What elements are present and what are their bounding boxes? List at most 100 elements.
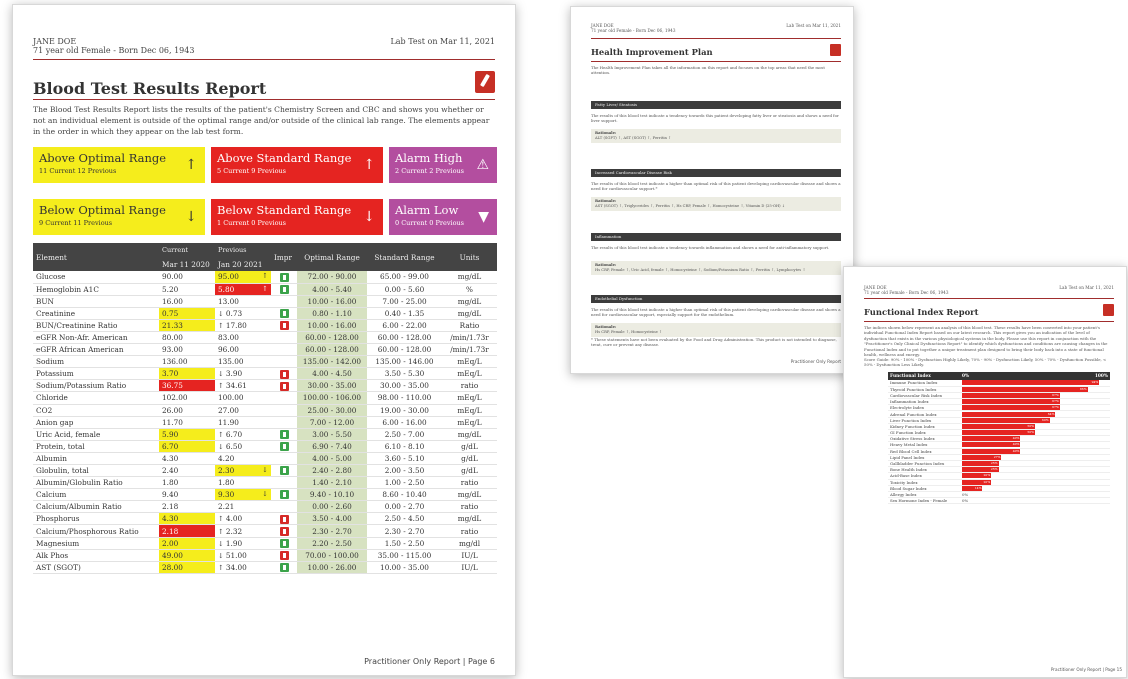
- table-row: Magnesium 2.00 ↓ 1.90 2.20 - 2.50 1.50 - 2.50…: [33, 537, 497, 550]
- index-value: 50%: [1027, 423, 1034, 428]
- improvement-cell: [271, 331, 297, 345]
- rationale-label: Rationale:: [595, 263, 617, 267]
- element-name: eGFR African American: [33, 343, 159, 357]
- standard-range: 65.00 - 99.00: [367, 271, 442, 284]
- standard-range: 60.00 - 128.00: [367, 343, 442, 357]
- improvement-cell: [271, 488, 297, 502]
- previous-value: 4.20: [218, 453, 235, 463]
- page-title: Health Improvement Plan: [591, 47, 713, 57]
- table-row: Uric Acid, female 5.90 ↑ 6.70 3.00 - 5.50 2.5…: [33, 428, 497, 441]
- index-value: 86%: [1079, 386, 1087, 391]
- previous-value-cell: 2.30 ↓: [215, 464, 271, 478]
- current-value: 36.75: [159, 379, 215, 393]
- previous-value: 2.21: [218, 502, 235, 512]
- header-element: Element: [33, 243, 159, 271]
- element-name: Alk Phos: [33, 549, 159, 562]
- current-value: 90.00: [159, 271, 215, 284]
- current-value: 3.70: [159, 367, 215, 381]
- table-row: Protein, total 6.70 ↓ 6.50 6.90 - 7.40 6.10 -…: [33, 440, 497, 453]
- element-name: Magnesium: [33, 537, 159, 550]
- previous-value-cell: ↓ 3.90: [215, 367, 271, 381]
- index-bar: 60%: [962, 417, 1050, 423]
- previous-value-cell: ↑ 17.80: [215, 319, 271, 332]
- rationale-box: Rationale: ALT (SGPT) ↑, AST (SGOT) ↑, Fe…: [591, 129, 841, 143]
- functional-index-page: JANE DOE 71 year old Female - Born Dec 0…: [843, 266, 1127, 678]
- units: mg/dL: [442, 307, 497, 320]
- index-value: 60%: [1041, 417, 1049, 422]
- previous-value: 6.70: [225, 429, 243, 439]
- optimal-range: 4.00 - 5.40: [297, 283, 367, 296]
- trend-arrow-icon: ↓: [262, 490, 268, 499]
- fda-disclaimer: * These statements have not been evaluat…: [591, 337, 837, 348]
- previous-value: 1.80: [218, 478, 235, 488]
- element-name: Creatinine: [33, 307, 159, 320]
- index-name: Sex Hormone Index - Female: [888, 497, 960, 505]
- plan-intro: The Health Improvement Plan takes all th…: [591, 65, 825, 76]
- thumbs-up-icon: [279, 284, 289, 294]
- index-bar: 64%: [962, 411, 1056, 417]
- rationale-label: Rationale:: [595, 131, 617, 135]
- thumbs-up-icon: [279, 309, 289, 319]
- optimal-range: 72.00 - 90.00: [297, 271, 367, 284]
- table-row: Potassium 3.70 ↓ 3.90 4.00 - 4.50 3.50 - 5.30…: [33, 367, 497, 381]
- current-value: 28.00: [159, 561, 215, 574]
- header-previous: Previous: [215, 243, 271, 257]
- flask-icon: [1103, 304, 1114, 316]
- rationale-text: AST (SGOT) ↑, Triglycerides ↑, Ferritin …: [595, 204, 785, 208]
- page-footer: Practitioner Only Report: [790, 359, 841, 364]
- results-table: Element Current Previous Impr Optimal Ra…: [33, 243, 497, 574]
- improvement-cell: [271, 428, 297, 441]
- rationale-label: Rationale:: [595, 325, 617, 329]
- previous-value-cell: 96.00: [215, 343, 271, 357]
- flask-icon: [475, 71, 495, 93]
- previous-value-cell: 2.21: [215, 500, 271, 514]
- legend-label: Above Standard Range: [217, 151, 352, 165]
- previous-value: 17.80: [225, 320, 247, 330]
- units: mg/dL: [442, 512, 497, 526]
- units: mEq/L: [442, 404, 497, 417]
- previous-value-cell: 1.80: [215, 476, 271, 490]
- standard-range: 2.50 - 4.50: [367, 512, 442, 526]
- header-optimal-range: Optimal Range: [297, 243, 367, 271]
- element-name: Phosphorus: [33, 512, 159, 526]
- trend-arrow-icon: ↑: [218, 430, 224, 439]
- units: Ratio: [442, 319, 497, 332]
- thumbs-up-icon: [279, 563, 289, 573]
- current-value: 6.70: [159, 440, 215, 453]
- element-name: eGFR Non-Afr. American: [33, 331, 159, 345]
- legend-symbol-icon: ⚠: [476, 157, 489, 173]
- header-rule: [33, 59, 495, 60]
- current-value: 102.00: [159, 391, 215, 405]
- legend-box: Below Standard Range 1 Current 0 Previous…: [211, 199, 383, 235]
- index-value: 25%: [990, 467, 998, 472]
- section-text: The results of this blood test indicate …: [591, 307, 841, 318]
- legend-counts: 5 Current 9 Previous: [217, 167, 287, 175]
- table-row: Alk Phos 49.00 ↓ 51.00 70.00 - 100.00 35.00 -…: [33, 549, 497, 562]
- trend-arrow-icon: ↑: [218, 515, 224, 524]
- units: mg/dl: [442, 537, 497, 550]
- functional-intro: The indices shown below represent an ana…: [864, 325, 1108, 358]
- improvement-cell: [271, 295, 297, 308]
- index-bar: 50%: [962, 423, 1035, 429]
- element-name: Chloride: [33, 391, 159, 405]
- previous-value: 2.32: [225, 526, 243, 536]
- rationale-text: Hs CRP, Female ↑, Uric Acid, female ↑, H…: [595, 268, 806, 272]
- table-row: Calcium/Albumin Ratio 2.18 2.21 0.00 - 2.60…: [33, 500, 497, 514]
- optimal-range: 9.40 - 10.10: [297, 488, 367, 502]
- optimal-range: 4.00 - 4.50: [297, 367, 367, 381]
- legend-box: Below Optimal Range 9 Current 11 Previous…: [33, 199, 205, 235]
- improvement-cell: [271, 549, 297, 562]
- element-name: Protein, total: [33, 440, 159, 453]
- header-rule: [864, 298, 1114, 299]
- rationale-text: Hs CRP, Female ↑, Homocysteine ↑: [595, 330, 663, 334]
- title-rule: [864, 321, 1114, 322]
- patient-info: 71 year old Female - Born Dec 06, 1943: [864, 290, 949, 295]
- optimal-range: 2.20 - 2.50: [297, 537, 367, 550]
- lab-date: Lab Test on Mar 11, 2021: [1059, 285, 1114, 290]
- previous-value-cell: 4.20: [215, 452, 271, 466]
- previous-value: 3.90: [225, 369, 243, 379]
- legend-symbol-icon: ↓: [185, 209, 197, 225]
- legend-box: Above Optimal Range 11 Current 12 Previou…: [33, 147, 205, 183]
- units: g/dL: [442, 452, 497, 466]
- element-name: Anion gap: [33, 416, 159, 429]
